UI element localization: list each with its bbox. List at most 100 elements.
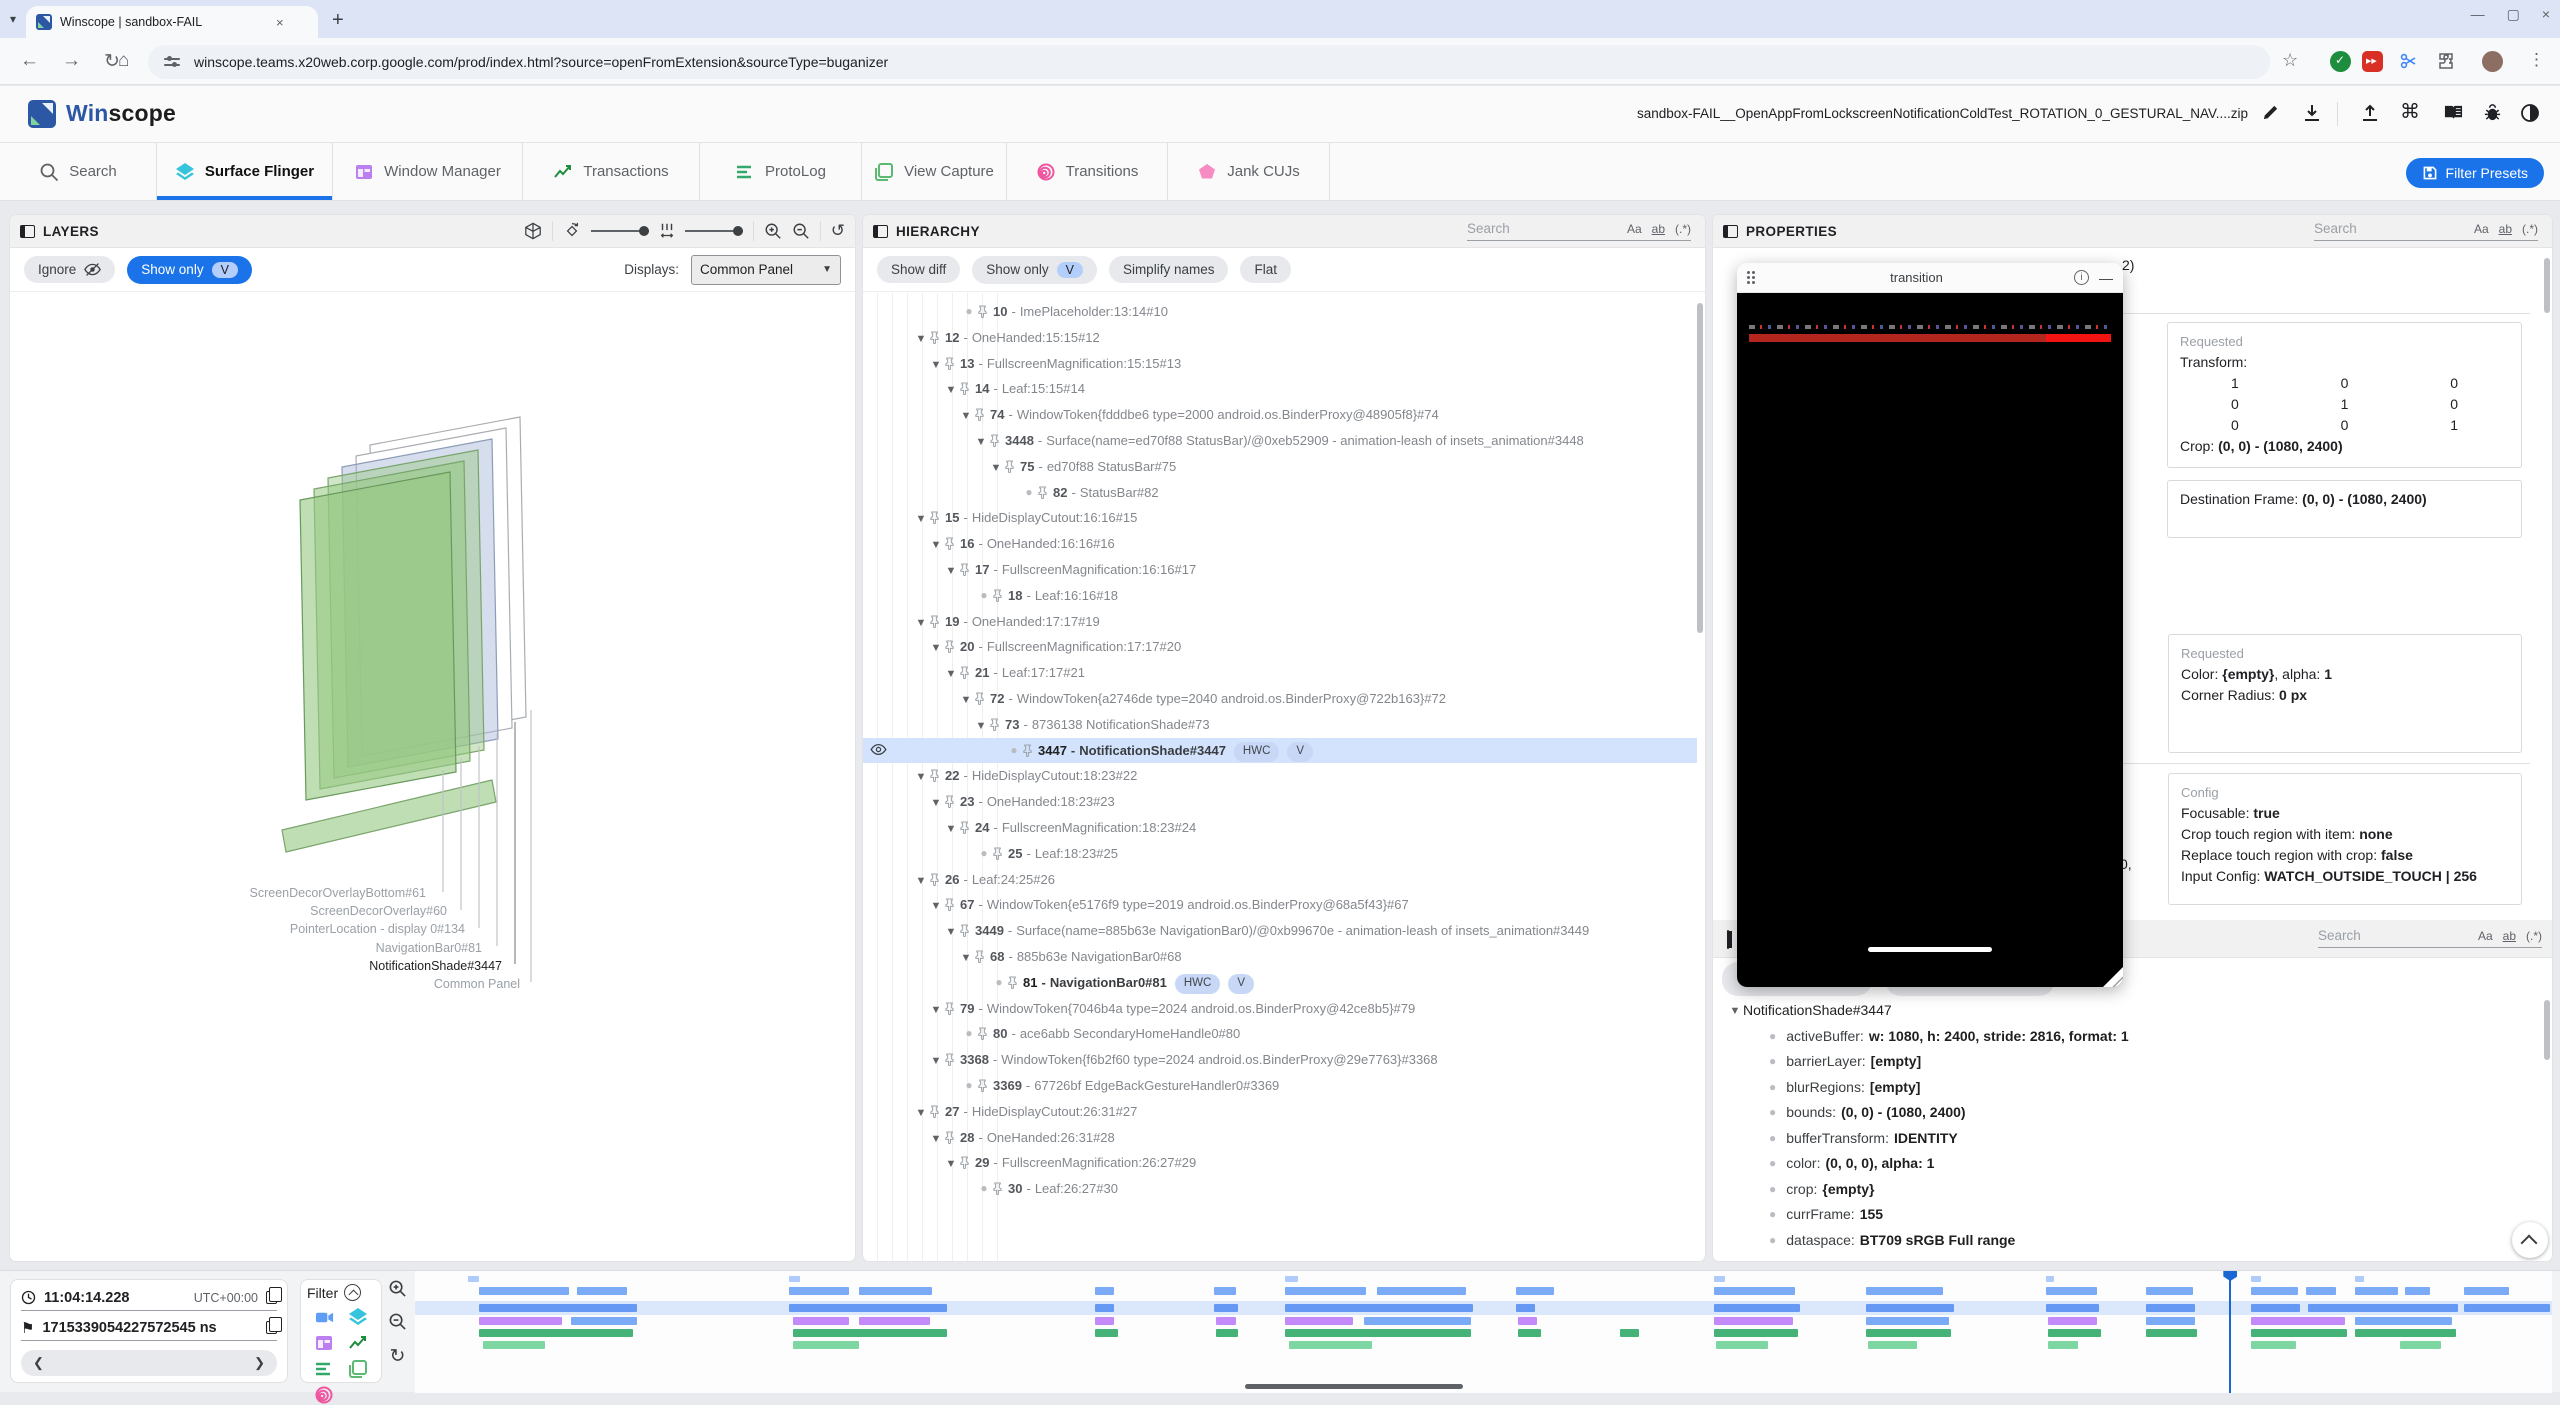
chevron-down-icon[interactable]: ▼ xyxy=(928,355,944,374)
chevron-down-icon[interactable]: ▼ xyxy=(973,716,989,735)
chevron-down-icon[interactable]: ▼ xyxy=(943,922,959,941)
zoom-in-icon[interactable] xyxy=(764,222,782,240)
tree-row[interactable]: ▼72-WindowToken{a2746de type=2040 androi… xyxy=(863,686,1697,712)
pin-icon[interactable] xyxy=(944,795,955,808)
pin-icon[interactable] xyxy=(992,589,1003,602)
trace-segment[interactable] xyxy=(1285,1287,1366,1295)
window-maximize-icon[interactable]: ▢ xyxy=(2507,6,2520,23)
chevron-down-icon[interactable]: ▼ xyxy=(943,819,959,838)
trace-segment[interactable] xyxy=(793,1341,859,1349)
pin-icon[interactable] xyxy=(944,898,955,911)
edit-file-name-icon[interactable] xyxy=(2261,103,2280,122)
chevron-down-icon[interactable]: ▼ xyxy=(958,948,974,967)
pin-icon[interactable] xyxy=(944,1053,955,1066)
chevron-down-icon[interactable]: ▼ xyxy=(943,664,959,683)
pin-icon[interactable] xyxy=(944,537,955,550)
pin-icon[interactable] xyxy=(929,1105,940,1118)
spacing-slider[interactable] xyxy=(685,230,743,232)
trace-segment[interactable] xyxy=(1216,1329,1237,1337)
chevron-down-icon[interactable]: ▼ xyxy=(958,690,974,709)
window-minimize-icon[interactable]: — xyxy=(2471,6,2485,23)
trace-segment[interactable] xyxy=(1516,1304,1535,1312)
tree-row[interactable]: ▼23-OneHanded:18:23#23 xyxy=(863,789,1697,815)
chevron-down-icon[interactable]: ▼ xyxy=(943,1154,959,1173)
trace-segment[interactable] xyxy=(2464,1287,2509,1295)
pin-icon[interactable] xyxy=(959,666,970,679)
tab-window-manager[interactable]: Window Manager xyxy=(333,143,523,200)
property-item[interactable]: ●color:(0, 0, 0), alpha: 1 xyxy=(1713,1151,2542,1177)
trace-segment[interactable] xyxy=(1866,1317,1949,1325)
trace-segment[interactable] xyxy=(1214,1304,1238,1312)
tree-row[interactable]: ●81-NavigationBar0#81HWCV xyxy=(863,970,1697,996)
view-capture-icon[interactable] xyxy=(348,1359,368,1379)
zoom-in-icon[interactable] xyxy=(388,1279,407,1298)
match-word-icon[interactable]: ab xyxy=(1652,222,1665,236)
tab-jank-cujs[interactable]: Jank CUJs xyxy=(1168,143,1330,200)
chevron-down-icon[interactable]: ▼ xyxy=(928,1129,944,1148)
tree-row[interactable]: ▼68-885b63e NavigationBar0#68 xyxy=(863,944,1697,970)
trace-segment[interactable] xyxy=(1518,1317,1537,1325)
trace-segment[interactable] xyxy=(2046,1304,2099,1312)
pin-icon[interactable] xyxy=(929,873,940,886)
chevron-down-icon[interactable]: ▼ xyxy=(928,1051,944,1070)
tree-row[interactable]: ●3369-67726bf EdgeBackGestureHandler0#33… xyxy=(863,1073,1697,1099)
tree-row[interactable]: ▼67-WindowToken{e5176f9 type=2019 androi… xyxy=(863,892,1697,918)
property-item[interactable]: ●dataspace:BT709 sRGB Full range xyxy=(1713,1227,2542,1253)
show-diff-chip[interactable]: Show diff xyxy=(877,256,960,283)
trace-segment[interactable] xyxy=(479,1287,569,1295)
back-icon[interactable]: ← xyxy=(20,50,39,72)
trace-segment[interactable] xyxy=(1866,1304,1954,1312)
trace-segment[interactable] xyxy=(1866,1329,1951,1337)
copy-icon[interactable] xyxy=(266,1291,277,1304)
pin-icon[interactable] xyxy=(944,640,955,653)
trace-segment[interactable] xyxy=(2251,1276,2262,1282)
trace-segment[interactable] xyxy=(2046,1276,2055,1282)
trace-segment[interactable] xyxy=(2355,1304,2458,1312)
tree-row[interactable]: ●25-Leaf:18:23#25 xyxy=(863,841,1697,867)
chevron-down-icon[interactable]: ▼ xyxy=(988,458,1004,477)
trace-segment[interactable] xyxy=(1095,1329,1119,1337)
trace-segment[interactable] xyxy=(479,1329,633,1337)
minimize-overlay-icon[interactable]: — xyxy=(2099,270,2113,286)
tree-row[interactable]: ▼14-Leaf:15:15#14 xyxy=(863,376,1697,402)
trace-segment[interactable] xyxy=(1516,1287,1554,1295)
tree-row[interactable]: ▼24-FullscreenMagnification:18:23#24 xyxy=(863,815,1697,841)
tree-row[interactable]: ▼17-FullscreenMagnification:16:16#17 xyxy=(863,557,1697,583)
displays-select[interactable]: Common Panel ▼ xyxy=(691,255,841,285)
property-item[interactable]: ●blurRegions:[empty] xyxy=(1713,1074,2542,1100)
trace-segment[interactable] xyxy=(1285,1329,1471,1337)
trace-segment[interactable] xyxy=(1377,1287,1467,1295)
new-tab-button[interactable]: + xyxy=(332,10,344,30)
pin-icon[interactable] xyxy=(974,692,985,705)
pin-icon[interactable] xyxy=(992,847,1003,860)
collapse-panel-icon[interactable] xyxy=(1727,930,1729,949)
chevron-down-icon[interactable]: ▼ xyxy=(943,561,959,580)
tree-row[interactable]: ▼27-HideDisplayCutout:26:31#27 xyxy=(863,1099,1697,1125)
trace-segment[interactable] xyxy=(1714,1329,1797,1337)
pin-icon[interactable] xyxy=(929,331,940,344)
chevron-down-icon[interactable]: ▼ xyxy=(913,871,929,890)
pin-icon[interactable] xyxy=(989,434,1000,447)
trace-segment[interactable] xyxy=(571,1317,637,1325)
tree-row[interactable]: ▼3449-Surface(name=885b63e NavigationBar… xyxy=(863,918,1697,944)
property-item[interactable]: ●currFrame:155 xyxy=(1713,1202,2542,1228)
3d-view-cube-icon[interactable] xyxy=(524,222,542,240)
tree-row[interactable]: ●3447-NotificationShade#3447HWCV xyxy=(863,738,1697,764)
trace-segment[interactable] xyxy=(1364,1317,1471,1325)
home-icon[interactable]: ⌂ xyxy=(118,50,129,72)
property-item[interactable]: ●bufferTransform:IDENTITY xyxy=(1713,1125,2542,1151)
tree-row[interactable]: ▼28-OneHanded:26:31#28 xyxy=(863,1125,1697,1151)
upload-new-trace-icon[interactable] xyxy=(2360,103,2380,123)
chevron-down-icon[interactable]: ▼ xyxy=(1727,1003,1743,1017)
scissors-extension-icon[interactable] xyxy=(2399,51,2420,72)
tree-row[interactable]: ●18-Leaf:16:16#18 xyxy=(863,583,1697,609)
trace-segment[interactable] xyxy=(2405,1287,2431,1295)
tree-row[interactable]: ▼19-OneHanded:17:17#19 xyxy=(863,609,1697,635)
tab-transactions[interactable]: Transactions xyxy=(523,143,700,200)
match-case-icon[interactable]: Aa xyxy=(2474,222,2489,236)
tree-row[interactable]: ●82-StatusBar#82 xyxy=(863,480,1697,506)
url-bar[interactable]: winscope.teams.x20web.corp.google.com/pr… xyxy=(148,45,2270,79)
trace-segment[interactable] xyxy=(859,1317,930,1325)
trace-segment[interactable] xyxy=(793,1317,849,1325)
screen-recording-icon[interactable] xyxy=(315,1307,334,1327)
